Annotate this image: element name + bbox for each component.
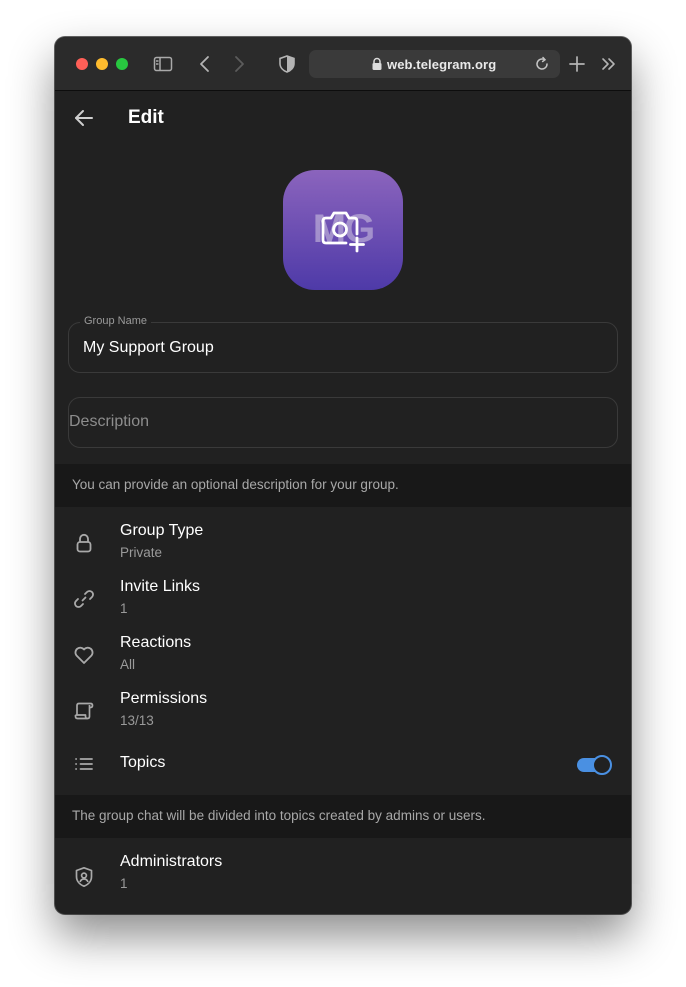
new-tab-icon[interactable] — [567, 54, 587, 74]
topics-list-icon — [72, 752, 96, 776]
topics-title: Topics — [120, 754, 166, 771]
browser-window: web.telegram.org Edit MG Group Name My S… — [55, 37, 631, 914]
settings-row-group-type[interactable]: Group Type Private — [55, 515, 631, 571]
administrators-count: 1 — [120, 876, 128, 891]
permissions-title: Permissions — [120, 690, 208, 707]
lock-icon — [371, 57, 383, 71]
sidebar-toggle-icon[interactable] — [153, 54, 173, 74]
minimize-window-button[interactable] — [96, 58, 108, 70]
description-hint: You can provide an optional description … — [55, 464, 631, 507]
admin-shield-icon — [72, 865, 96, 889]
settings-row-reactions[interactable]: Reactions All — [55, 627, 631, 683]
permissions-scroll-icon — [72, 699, 96, 723]
forward-nav-icon[interactable] — [229, 54, 249, 74]
browser-toolbar: web.telegram.org — [55, 37, 631, 91]
privacy-shield-icon[interactable] — [277, 54, 297, 74]
group-avatar-upload[interactable]: MG — [283, 170, 403, 290]
address-bar[interactable]: web.telegram.org — [309, 50, 560, 78]
reactions-value: All — [120, 657, 136, 672]
description-field[interactable]: Description — [68, 397, 618, 448]
group-name-input[interactable]: My Support Group — [83, 339, 603, 357]
permissions-value: 13/13 — [120, 713, 154, 728]
overflow-chevrons-icon[interactable] — [599, 54, 619, 74]
settings-row-topics[interactable]: Topics — [55, 736, 631, 792]
group-type-title: Group Type — [120, 522, 204, 539]
reload-icon[interactable] — [534, 56, 550, 72]
reactions-title: Reactions — [120, 634, 192, 651]
topics-hint: The group chat will be divided into topi… — [55, 795, 631, 838]
settings-row-permissions[interactable]: Permissions 13/13 — [55, 683, 631, 739]
close-window-button[interactable] — [76, 58, 88, 70]
edit-header: Edit — [55, 91, 631, 147]
back-nav-icon[interactable] — [195, 54, 215, 74]
administrators-title: Administrators — [120, 853, 223, 870]
group-name-label: Group Name — [80, 315, 151, 327]
settings-row-invite-links[interactable]: Invite Links 1 — [55, 571, 631, 627]
heart-icon — [72, 643, 96, 667]
zoom-window-button[interactable] — [116, 58, 128, 70]
back-arrow-icon[interactable] — [71, 105, 97, 131]
invite-links-count: 1 — [120, 601, 128, 616]
page-title: Edit — [128, 107, 164, 128]
group-name-field[interactable]: Group Name My Support Group — [68, 315, 618, 373]
toggle-knob — [592, 755, 612, 775]
group-type-value: Private — [120, 545, 163, 560]
settings-row-administrators[interactable]: Administrators 1 — [55, 846, 631, 902]
url-text: web.telegram.org — [387, 57, 497, 72]
description-placeholder: Description — [69, 413, 150, 430]
topics-toggle[interactable] — [577, 755, 612, 775]
link-icon — [72, 587, 96, 611]
lock-icon — [72, 531, 96, 555]
invite-links-title: Invite Links — [120, 578, 201, 595]
camera-add-icon — [319, 207, 369, 257]
